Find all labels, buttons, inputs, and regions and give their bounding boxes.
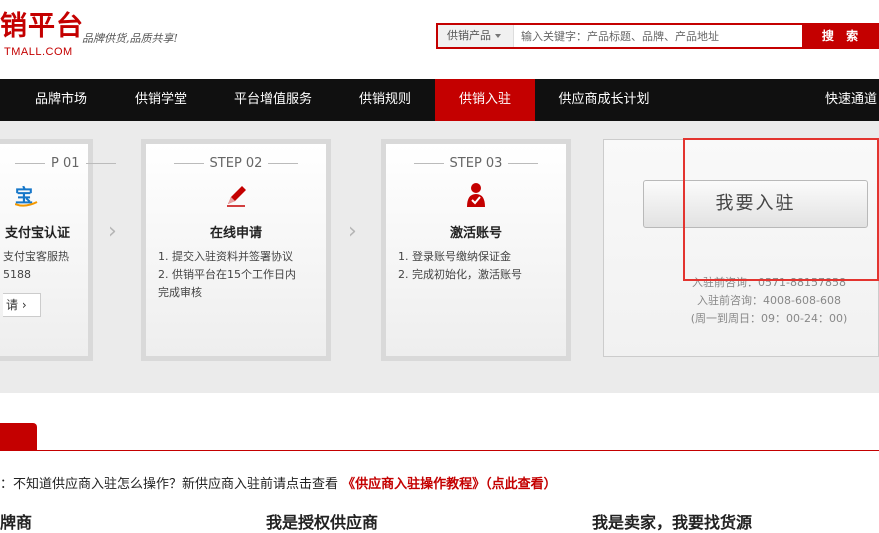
step-title: 激活账号 bbox=[449, 226, 502, 241]
step-line: 2. 完成初始化，激活账号 bbox=[398, 268, 522, 281]
search-button[interactable]: 搜 索 bbox=[802, 25, 879, 47]
role-heading-seller[interactable]: 我是卖家，我要找货源 bbox=[592, 509, 752, 533]
nav-brand-market[interactable]: 品牌市场 bbox=[20, 79, 102, 121]
step-title: 支付宝认证 bbox=[5, 226, 71, 241]
logo-slogan: 品牌供货,品质共享! bbox=[82, 32, 178, 45]
search-category-select[interactable]: 供销产品 bbox=[438, 25, 514, 47]
main-nav: 品牌市场 供销学堂 平台增值服务 供销规则 供销入驻 供应商成长计划 快速通道 bbox=[0, 79, 879, 121]
step-description: 1. 登录账号缴纳保证金 2. 完成初始化，激活账号 bbox=[398, 248, 558, 284]
search-category-label: 供销产品 bbox=[447, 29, 491, 42]
nav-growth-plan[interactable]: 供应商成长计划 bbox=[545, 79, 663, 121]
consult-phone-2: 入驻前咨询：4008-608-608 bbox=[697, 294, 841, 307]
search-input[interactable] bbox=[518, 25, 800, 47]
logo-domain: TMALL.COM bbox=[4, 46, 73, 58]
step-description: 支付宝客服热 5188 bbox=[3, 248, 80, 284]
chevron-right-icon: › bbox=[108, 219, 117, 244]
step-line: 支付宝客服热 bbox=[3, 250, 69, 263]
pencil-icon bbox=[224, 182, 248, 208]
step-label: STEP 02 bbox=[146, 156, 326, 171]
nav-rules[interactable]: 供销规则 bbox=[344, 79, 426, 121]
step-label: STEP 03 bbox=[386, 156, 566, 171]
step-card-1: P 01 宝 支付宝认证 支付宝客服热 5188 请 › bbox=[0, 139, 93, 361]
nav-quick-access[interactable]: 快速通道 bbox=[815, 79, 879, 121]
chevron-down-icon bbox=[495, 34, 501, 38]
step-line: 5188 bbox=[3, 268, 31, 281]
step-title: 在线申请 bbox=[209, 226, 262, 241]
section-divider bbox=[0, 450, 879, 451]
section-tab[interactable] bbox=[0, 423, 37, 451]
nav-academy[interactable]: 供销学堂 bbox=[120, 79, 202, 121]
step-line: 1. 提交入驻资料并签署协议 bbox=[158, 250, 293, 263]
nav-join[interactable]: 供销入驻 bbox=[435, 79, 535, 121]
step-description: 1. 提交入驻资料并签署协议 2. 供销平台在15个工作日内 完成审核 bbox=[158, 248, 318, 302]
highlight-box bbox=[683, 138, 879, 281]
alipay-icon: 宝 bbox=[14, 182, 39, 208]
search-bar: 供销产品 搜 索 bbox=[436, 23, 879, 49]
step-line: 1. 登录账号缴纳保证金 bbox=[398, 250, 511, 263]
logo-title: 销平台 bbox=[0, 11, 84, 42]
apply-alipay-button[interactable]: 请 › bbox=[3, 293, 41, 317]
step-card-2: STEP 02 在线申请 1. 提交入驻资料并签署协议 2. 供销平台在15个工… bbox=[141, 139, 331, 361]
user-check-icon bbox=[464, 182, 488, 208]
logo[interactable]: 销平台 品牌供货,品质共享! TMALL.COM bbox=[0, 10, 210, 70]
service-hours: (周一到周日：09：00-24：00) bbox=[690, 312, 848, 325]
notice-prefix: ：不知道供应商入驻怎么操作？新供应商入驻前请点击查看 bbox=[0, 477, 339, 492]
role-heading-brand[interactable]: 牌商 bbox=[0, 509, 32, 533]
step-line: 2. 供销平台在15个工作日内 bbox=[158, 268, 296, 281]
step-line: 完成审核 bbox=[158, 286, 202, 299]
step-card-3: STEP 03 激活账号 1. 登录账号缴纳保证金 2. 完成初始化，激活账号 bbox=[381, 139, 571, 361]
step-label: P 01 bbox=[0, 156, 88, 171]
nav-value-added-services[interactable]: 平台增值服务 bbox=[218, 79, 328, 121]
tutorial-link[interactable]: 《供应商入驻操作教程》（点此查看） bbox=[342, 477, 557, 492]
notice-text: ：不知道供应商入驻怎么操作？新供应商入驻前请点击查看 《供应商入驻操作教程》（点… bbox=[0, 473, 557, 492]
chevron-right-icon: › bbox=[348, 219, 357, 244]
role-heading-supplier[interactable]: 我是授权供应商 bbox=[266, 509, 378, 533]
